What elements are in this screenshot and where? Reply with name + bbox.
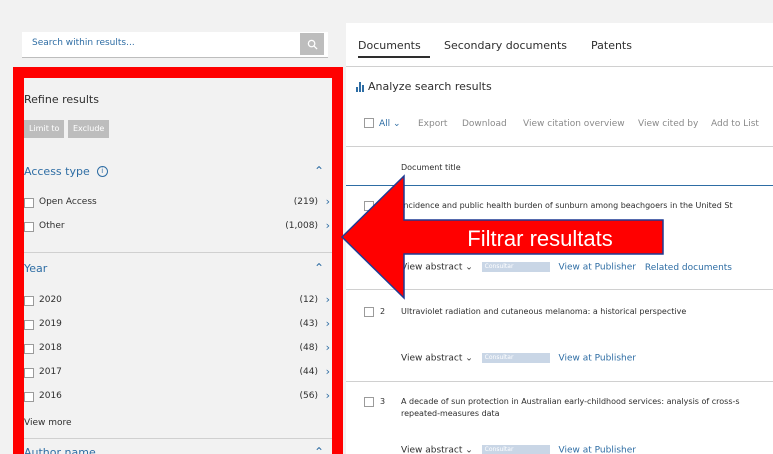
- filter-label: Other: [39, 221, 65, 231]
- download-button[interactable]: Download: [462, 119, 507, 129]
- chevron-up-icon[interactable]: ⌃: [314, 164, 324, 178]
- refine-results-title: Refine results: [24, 93, 99, 106]
- refine-results-panel: Refine results Limit to Exclude Access t…: [13, 67, 343, 454]
- search-button[interactable]: [300, 33, 324, 55]
- chevron-down-icon: ⌄: [393, 119, 401, 129]
- chevron-right-icon[interactable]: ›: [326, 219, 330, 232]
- filter-count: (1,008): [285, 221, 318, 231]
- tab-secondary-documents[interactable]: Secondary documents: [444, 39, 567, 52]
- view-abstract-link[interactable]: View abstract ⌄: [401, 446, 473, 454]
- search-input[interactable]: [32, 38, 292, 48]
- search-icon: [307, 39, 318, 50]
- result-number: 3: [380, 397, 386, 406]
- filter-item-2020[interactable]: 2020 (12) ›: [24, 293, 332, 310]
- active-tab-indicator: [358, 56, 430, 58]
- view-abstract-label: View abstract: [401, 445, 463, 454]
- filter-label: 2019: [39, 319, 62, 329]
- filter-count: (43): [299, 319, 318, 329]
- view-abstract-label: View abstract: [401, 353, 463, 364]
- add-to-list-button[interactable]: Add to List: [711, 119, 759, 129]
- chevron-right-icon[interactable]: ›: [326, 293, 330, 306]
- result-links: View abstract ⌄ Consultar View at Publis…: [401, 353, 636, 364]
- document-title-column-header[interactable]: Document title: [401, 163, 461, 172]
- annotation-text: Filtrar resultats: [467, 226, 613, 251]
- view-abstract-link[interactable]: View abstract ⌄: [401, 354, 473, 364]
- filter-count: (56): [299, 391, 318, 401]
- filter-item-2016[interactable]: 2016 (56) ›: [24, 389, 332, 406]
- exclude-button[interactable]: Exclude: [68, 120, 110, 138]
- view-at-publisher-link[interactable]: View at Publisher: [559, 354, 636, 364]
- consultar-button[interactable]: Consultar: [481, 445, 550, 454]
- bar-chart-icon: [356, 81, 364, 92]
- title-line-2: repeated-measures data: [401, 409, 500, 418]
- consultar-button[interactable]: Consultar: [481, 353, 550, 363]
- divider: [24, 438, 332, 439]
- all-label: All: [379, 119, 391, 129]
- tab-patents[interactable]: Patents: [591, 39, 632, 52]
- divider: [24, 252, 332, 253]
- result-number: 2: [380, 307, 386, 316]
- document-title-link[interactable]: A decade of sun protection in Australian…: [401, 396, 773, 420]
- chevron-right-icon[interactable]: ›: [326, 195, 330, 208]
- checkbox[interactable]: [24, 344, 34, 354]
- year-title: Year: [24, 262, 48, 275]
- filter-count: (12): [299, 295, 318, 305]
- checkbox[interactable]: [24, 222, 34, 232]
- title-line-1: A decade of sun protection in Australian…: [401, 397, 740, 406]
- checkbox[interactable]: [364, 307, 374, 317]
- author-name-header[interactable]: Author name: [24, 446, 96, 454]
- analyze-label: Analyze search results: [368, 80, 492, 93]
- view-more-link[interactable]: View more: [24, 418, 72, 428]
- checkbox[interactable]: [24, 368, 34, 378]
- checkbox[interactable]: [24, 198, 34, 208]
- filter-item-2017[interactable]: 2017 (44) ›: [24, 365, 332, 382]
- select-all-checkbox[interactable]: [364, 118, 374, 128]
- checkbox[interactable]: [364, 397, 374, 407]
- chevron-right-icon[interactable]: ›: [326, 365, 330, 378]
- checkbox[interactable]: [24, 296, 34, 306]
- filter-label: 2017: [39, 367, 62, 377]
- filter-item-2018[interactable]: 2018 (48) ›: [24, 341, 332, 358]
- view-at-publisher-link[interactable]: View at Publisher: [559, 446, 636, 454]
- checkbox[interactable]: [24, 320, 34, 330]
- result-links: View abstract ⌄ Consultar View at Publis…: [401, 445, 636, 454]
- chevron-right-icon[interactable]: ›: [326, 317, 330, 330]
- year-header[interactable]: Year: [24, 262, 47, 275]
- chevron-right-icon[interactable]: ›: [326, 341, 330, 354]
- chevron-down-icon: ⌄: [465, 445, 473, 454]
- access-type-title: Access type: [24, 165, 90, 178]
- view-citation-overview-button[interactable]: View citation overview: [523, 119, 625, 129]
- chevron-right-icon[interactable]: ›: [326, 389, 330, 402]
- divider: [346, 381, 773, 382]
- access-type-header[interactable]: Access type i: [24, 165, 108, 178]
- filter-item-2019[interactable]: 2019 (43) ›: [24, 317, 332, 334]
- filter-item-open-access[interactable]: Open Access (219) ›: [24, 195, 332, 212]
- search-within-results: [22, 32, 328, 58]
- divider: [346, 146, 773, 147]
- checkbox[interactable]: [24, 392, 34, 402]
- filter-label: Open Access: [39, 197, 97, 207]
- filter-label: 2018: [39, 343, 62, 353]
- export-button[interactable]: Export: [418, 119, 447, 129]
- filter-count: (48): [299, 343, 318, 353]
- chevron-up-icon[interactable]: ⌃: [314, 445, 324, 454]
- chevron-up-icon[interactable]: ⌃: [314, 261, 324, 275]
- divider: [346, 66, 773, 67]
- document-title-link[interactable]: Ultraviolet radiation and cutaneous mela…: [401, 306, 773, 318]
- info-icon[interactable]: i: [96, 166, 108, 177]
- results-toolbar: All ⌄ Export Download View citation over…: [364, 118, 773, 132]
- filter-label: 2016: [39, 391, 62, 401]
- tab-documents[interactable]: Documents: [358, 39, 421, 52]
- chevron-down-icon: ⌄: [465, 353, 473, 364]
- all-dropdown[interactable]: All ⌄: [379, 119, 401, 129]
- analyze-search-results-link[interactable]: Analyze search results: [356, 80, 492, 93]
- limit-to-button[interactable]: Limit to: [24, 120, 65, 138]
- filter-count: (44): [299, 367, 318, 377]
- view-cited-by-button[interactable]: View cited by: [638, 119, 698, 129]
- filter-count: (219): [293, 197, 318, 207]
- filter-item-other[interactable]: Other (1,008) ›: [24, 219, 332, 236]
- filter-label: 2020: [39, 295, 62, 305]
